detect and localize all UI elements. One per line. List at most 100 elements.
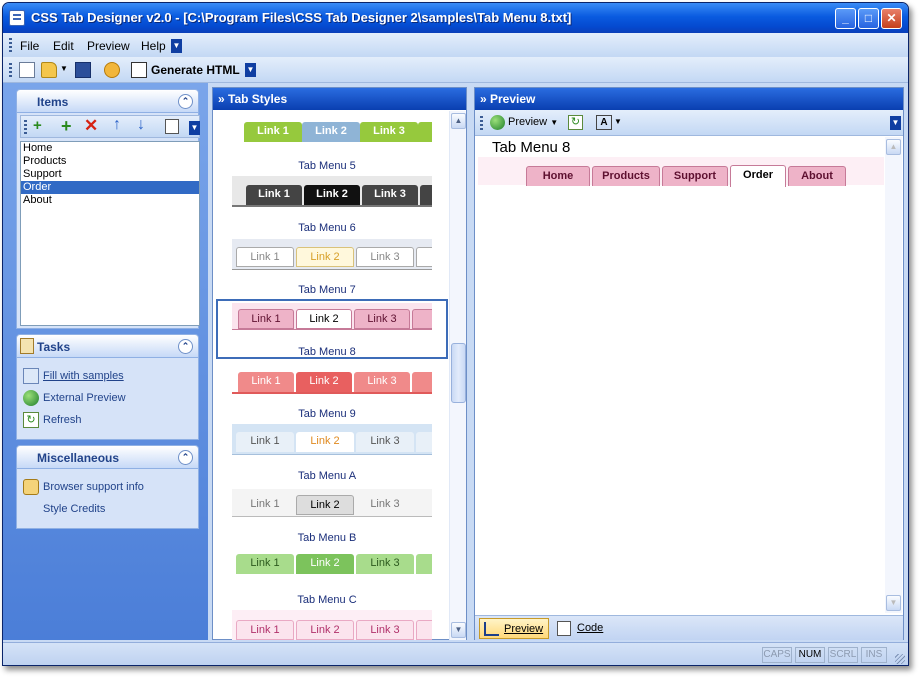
items-toolbar-grip[interactable] (24, 120, 27, 134)
preview-refresh-icon[interactable]: ↻ (568, 115, 583, 130)
style-caption[interactable]: Tab Menu 8 (214, 346, 440, 358)
style-tab: Lo (416, 554, 432, 574)
toolbar-grip[interactable] (9, 63, 12, 77)
tasks-collapse-icon[interactable]: ⌃ (178, 339, 193, 354)
menu-edit[interactable]: Edit (53, 39, 74, 53)
preview-tab-support[interactable]: Support (662, 166, 728, 186)
style-caption[interactable]: Tab Menu 6 (214, 222, 440, 234)
open-folder-icon[interactable] (41, 62, 57, 78)
preview-toolbar-grip[interactable] (480, 116, 483, 130)
style-preview-row[interactable]: Link 1 Link 2 Link 3 Lo (232, 120, 432, 144)
preview-scrollbar[interactable]: ▲ ▼ (885, 137, 902, 613)
maximize-button[interactable]: □ (858, 8, 879, 29)
list-item[interactable]: Support (21, 168, 199, 181)
tasks-clipboard-icon (20, 338, 34, 354)
style-caption[interactable]: Tab Menu B (214, 532, 440, 544)
bottom-tab-preview[interactable]: Preview (479, 618, 549, 639)
title-bar[interactable]: CSS Tab Designer v2.0 - [C:\Program File… (3, 3, 908, 33)
add-child-icon[interactable]: + (33, 117, 42, 134)
style-preview-row[interactable]: Link 1 Link 2 Link 3 Lo (232, 176, 432, 207)
font-size-icon[interactable]: A (596, 115, 612, 130)
scroll-up-icon[interactable]: ▲ (451, 113, 466, 129)
preview-tab-bar: Home Products Support Order About (478, 157, 884, 187)
style-tab: Link 2 (296, 247, 354, 267)
tab-styles-list[interactable]: Link 1 Link 2 Link 3 Lo Tab Menu 5 Link … (214, 111, 450, 640)
misc-collapse-icon[interactable]: ⌃ (178, 450, 193, 465)
minimize-button[interactable]: _ (835, 8, 856, 29)
styles-scrollbar[interactable]: ▲ ▼ (449, 111, 466, 640)
external-preview-link[interactable]: External Preview (23, 390, 193, 408)
style-tab: Link 1 (236, 495, 294, 515)
style-tab: Lo (420, 185, 432, 205)
preview-toolbar: Preview ▼ ↻ A ▼ ▼ (475, 110, 903, 136)
menu-file[interactable]: File (20, 39, 39, 53)
preview-toolbar-chevron-icon[interactable]: ▼ (890, 116, 901, 130)
save-icon[interactable] (75, 62, 91, 78)
bottom-tab-code[interactable]: Code (553, 618, 613, 639)
preview-tab-about[interactable]: About (788, 166, 846, 186)
items-panel-header[interactable]: Items ⌃ (16, 89, 199, 113)
preview-scroll-up-icon[interactable]: ▲ (886, 139, 901, 155)
add-item-icon[interactable]: + (61, 116, 72, 137)
edit-item-icon[interactable] (165, 119, 179, 134)
list-item[interactable]: About (21, 194, 199, 207)
refresh-link[interactable]: ↻ Refresh (23, 412, 193, 430)
style-tab: Lo (416, 432, 432, 452)
preview-scroll-down-icon[interactable]: ▼ (886, 595, 901, 611)
delete-item-icon[interactable]: ✕ (84, 116, 98, 136)
menu-preview[interactable]: Preview (87, 39, 130, 53)
app-icon[interactable] (9, 10, 25, 26)
tasks-panel-header[interactable]: Tasks ⌃ (16, 334, 199, 358)
menu-help[interactable]: Help (141, 39, 166, 53)
style-tab: Link 2 (296, 432, 354, 452)
style-credits-link[interactable]: Style Credits (23, 501, 193, 519)
style-caption[interactable]: Tab Menu C (214, 594, 440, 606)
font-size-chevron-icon[interactable]: ▼ (614, 117, 622, 126)
browser-support-link[interactable]: Browser support info (23, 479, 193, 497)
preview-tab-products[interactable]: Products (592, 166, 660, 186)
close-button[interactable]: ✕ (881, 8, 902, 29)
style-tab: Link 3 (360, 122, 418, 142)
preview-tab-order[interactable]: Order (730, 165, 786, 187)
style-caption[interactable]: Tab Menu 7 (214, 284, 440, 296)
resize-grip-icon[interactable] (895, 654, 905, 664)
style-tab: Link 2 (296, 495, 354, 515)
style-preview-row[interactable]: Link 1 Link 2 Link 3 Lo (232, 551, 432, 575)
window-title: CSS Tab Designer v2.0 - [C:\Program File… (31, 10, 572, 25)
new-file-icon[interactable] (19, 62, 35, 78)
style-preview-row[interactable]: Link 1 Link 2 Link 3 Lo (232, 303, 432, 330)
open-dropdown-chevron-icon[interactable]: ▼ (60, 64, 68, 73)
generate-html-button[interactable]: Generate HTML (127, 60, 244, 81)
preview-title: Tab Menu 8 (492, 139, 571, 156)
list-item[interactable]: Products (21, 155, 199, 168)
style-preview-row[interactable]: Link 1 Link 2 Link 3 Lo (232, 424, 432, 455)
style-preview-row[interactable]: Link 1 Link 2 Link 3 Lo (232, 489, 432, 517)
style-tab: Link 3 (356, 432, 414, 452)
menu-grip[interactable] (9, 38, 12, 52)
style-preview-row[interactable]: Link 1 Link 2 Link 3 Lo (232, 610, 432, 640)
move-up-icon[interactable]: ↑ (113, 116, 121, 134)
preview-dropdown-button[interactable]: Preview ▼ (488, 113, 562, 133)
preview-tab-home[interactable]: Home (526, 166, 590, 186)
help-icon[interactable] (104, 62, 120, 78)
preview-content[interactable]: Tab Menu 8 Home Products Support Order A… (476, 137, 886, 613)
list-item-selected[interactable]: Order (21, 181, 199, 194)
scroll-down-icon[interactable]: ▼ (451, 622, 466, 638)
preview-chart-icon (484, 622, 499, 636)
toolbar-overflow-chevron-icon[interactable]: ▼ (245, 63, 256, 77)
items-collapse-icon[interactable]: ⌃ (178, 94, 193, 109)
scroll-thumb[interactable] (451, 343, 466, 403)
style-caption[interactable]: Tab Menu A (214, 470, 440, 482)
misc-panel-header[interactable]: Miscellaneous ⌃ (16, 445, 199, 469)
items-list[interactable]: Home Products Support Order About (20, 141, 200, 326)
style-preview-row[interactable]: Link 1 Link 2 Link 3 Lo (232, 368, 432, 394)
move-down-icon[interactable]: ↓ (137, 116, 145, 134)
style-preview-row[interactable]: Link 1 Link 2 Link 3 Lo (232, 239, 432, 270)
items-toolbar-chevron-icon[interactable]: ▼ (189, 121, 200, 135)
fill-samples-link[interactable]: Fill with samples (23, 368, 193, 386)
style-caption[interactable]: Tab Menu 9 (214, 408, 440, 420)
list-item[interactable]: Home (21, 142, 199, 155)
style-caption[interactable]: Tab Menu 5 (214, 160, 440, 172)
style-tab: Lo (412, 372, 432, 392)
menu-overflow-chevron-icon[interactable]: ▼ (171, 39, 182, 53)
